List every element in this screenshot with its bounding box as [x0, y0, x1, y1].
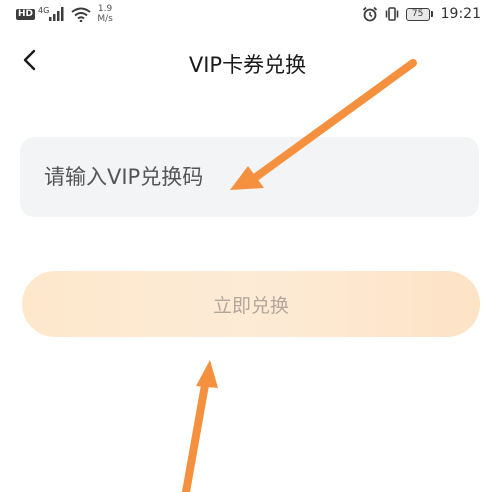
- speed-unit: M/s: [97, 14, 113, 24]
- page-title: VIP卡券兑换: [188, 53, 307, 77]
- hd-badge: HD: [16, 8, 36, 20]
- battery-cap: [430, 11, 433, 17]
- status-bar: HD 4G 1.9 M/s 75 19:21: [0, 0, 495, 28]
- status-time: 19:21: [440, 6, 481, 22]
- arrow-to-button: [182, 360, 218, 492]
- status-bar-right: 75 19:21: [362, 4, 481, 24]
- status-bar-left: HD 4G 1.9 M/s: [16, 4, 113, 24]
- speed-value: 1.9: [97, 4, 113, 14]
- redeem-button-label: 立即兑换: [212, 294, 289, 317]
- network-type: 4G: [38, 5, 50, 15]
- redeem-button[interactable]: 立即兑换: [22, 271, 480, 337]
- battery-level: 75: [405, 7, 430, 21]
- code-field[interactable]: [20, 137, 479, 217]
- alarm-icon: [362, 6, 378, 22]
- vip-code-input[interactable]: [42, 164, 457, 190]
- network-speed: 1.9 M/s: [97, 4, 113, 24]
- wifi-icon: [71, 7, 91, 22]
- battery-icon: 75: [405, 7, 433, 21]
- page-header: VIP卡券兑换: [0, 40, 495, 84]
- signal-icon: [49, 7, 65, 21]
- vibrate-icon: [384, 6, 400, 22]
